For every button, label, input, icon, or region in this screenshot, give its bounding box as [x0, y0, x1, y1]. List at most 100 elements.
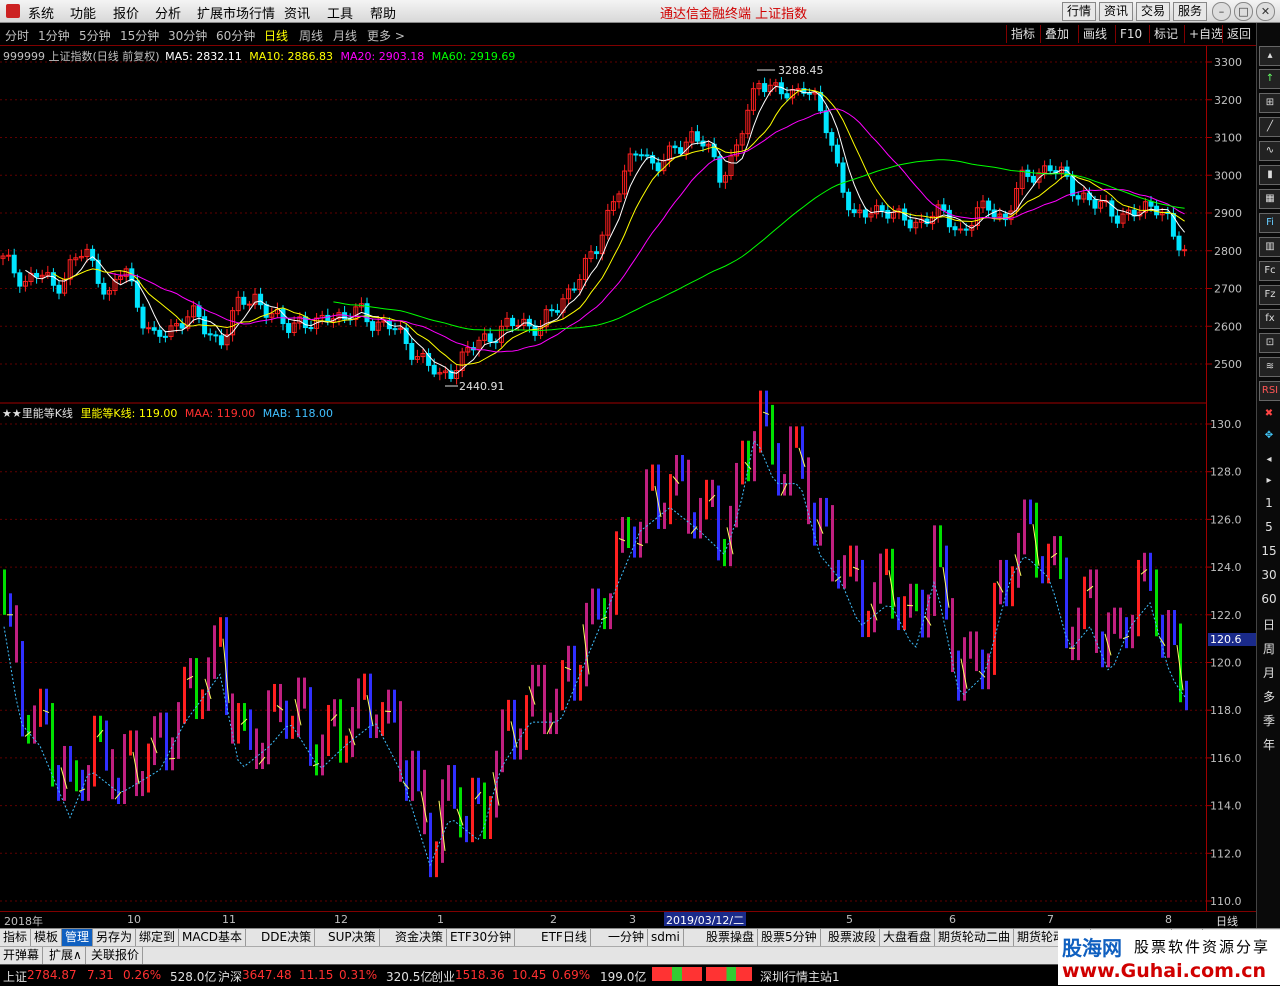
toolbar-period-2[interactable]: 15 [1257, 544, 1280, 558]
candle [18, 269, 22, 293]
move-tool-icon[interactable]: ✥ [1259, 427, 1279, 445]
mark-button[interactable]: 标记 [1149, 25, 1182, 43]
danmaku-toggle[interactable]: 开弹幕 [0, 947, 43, 964]
toolbar-period-5[interactable]: 日 [1257, 616, 1280, 633]
tab-11[interactable]: 一分钟 [605, 929, 648, 946]
toolbar-period-6[interactable]: 周 [1257, 640, 1280, 657]
tab-1[interactable]: 模板 [31, 929, 62, 946]
tab-6[interactable]: DDE决策 [258, 929, 315, 946]
menu-help[interactable]: 帮助 [370, 3, 396, 22]
bar-tool-icon[interactable]: ▦ [1259, 189, 1280, 209]
toolbar-period-7[interactable]: 月 [1257, 664, 1280, 681]
tab-17[interactable]: 期货轮动二曲 [935, 929, 1014, 946]
tab-14[interactable]: 股票5分钟 [758, 929, 821, 946]
add-watchlist-button[interactable]: +自选 [1184, 25, 1227, 43]
tab-3[interactable]: 另存为 [93, 929, 136, 946]
tab-8[interactable]: 资金决策 [392, 929, 447, 946]
candlestick-chart[interactable] [1, 70, 1187, 386]
menu-tools[interactable]: 工具 [327, 3, 353, 22]
draw-line-button[interactable]: 画线 [1078, 25, 1111, 43]
fib-tool-icon[interactable]: Fi [1259, 213, 1280, 233]
close-icon[interactable]: ✕ [1256, 2, 1275, 21]
toolbar-period-4[interactable]: 60 [1257, 592, 1280, 606]
service-button[interactable]: 服务 [1173, 2, 1207, 21]
chart-canvas[interactable]: 330032003100300029002800270026002500130.… [0, 46, 1256, 911]
date-label-jan: 1 [437, 913, 444, 926]
indicator-button[interactable]: 指标 [1006, 25, 1039, 43]
menu-extended-market[interactable]: 扩展市场行情 [197, 3, 275, 22]
fz-tool-icon[interactable]: Fz [1259, 285, 1280, 305]
fc-tool-icon[interactable]: Fc [1259, 261, 1280, 281]
period-weekly[interactable]: 周线 [299, 27, 323, 44]
hs-index-name[interactable]: 沪深 [218, 968, 242, 985]
news-button[interactable]: 资讯 [1099, 2, 1133, 21]
menu-system[interactable]: 系统 [28, 3, 54, 22]
indicator-chart[interactable] [3, 391, 1188, 878]
menu-analysis[interactable]: 分析 [155, 3, 181, 22]
scroll-right-icon[interactable]: ▸ [1259, 472, 1279, 490]
cy-index-name[interactable]: 创业 [431, 968, 455, 985]
tab-10[interactable]: ETF日线 [538, 929, 591, 946]
scroll-up-icon[interactable]: ▴ [1259, 46, 1280, 66]
candle-tool-icon[interactable]: ▮ [1259, 165, 1280, 185]
period-1min[interactable]: 1分钟 [38, 27, 70, 44]
line-tool-icon[interactable]: ╱ [1259, 117, 1280, 137]
tab-13[interactable]: 股票操盘 [703, 929, 758, 946]
wave2-tool-icon[interactable]: ≋ [1259, 357, 1280, 377]
period-30min[interactable]: 30分钟 [168, 27, 207, 44]
tab-12[interactable]: sdmi [648, 929, 684, 946]
chart-tool-icon[interactable]: ↑ [1259, 69, 1280, 89]
zoom-icon[interactable]: ⊞ [1259, 93, 1280, 113]
wave-tool-icon[interactable]: ∿ [1259, 141, 1280, 161]
toolbar-period-1[interactable]: 5 [1257, 520, 1280, 534]
trade-button[interactable]: 交易 [1136, 2, 1170, 21]
tab-2[interactable]: 管理 [62, 929, 93, 946]
server-station[interactable]: 深圳行情主站1 [760, 968, 840, 985]
rsi-icon[interactable]: RSI [1259, 381, 1280, 401]
period-timeshare[interactable]: 分时 [5, 27, 29, 44]
period-15min[interactable]: 15分钟 [120, 27, 159, 44]
toolbar-period-3[interactable]: 30 [1257, 568, 1280, 582]
period-daily[interactable]: 日线 [264, 27, 288, 44]
minimize-icon[interactable]: – [1212, 2, 1231, 21]
toolbar-period-9[interactable]: 季 [1257, 712, 1280, 729]
scroll-left-icon[interactable]: ◂ [1259, 451, 1279, 469]
indicator-name[interactable]: ★★里能等K线 [2, 407, 73, 420]
indicator-bar [153, 716, 156, 765]
period-5min[interactable]: 5分钟 [79, 27, 111, 44]
indicator-bar [1083, 577, 1086, 629]
toolbar-period-8[interactable]: 多 [1257, 688, 1280, 705]
menu-news[interactable]: 资讯 [284, 3, 310, 22]
period-60min[interactable]: 60分钟 [216, 27, 255, 44]
tab-15[interactable]: 股票波段 [825, 929, 880, 946]
menu-function[interactable]: 功能 [70, 3, 96, 22]
tab-9[interactable]: ETF30分钟 [447, 929, 515, 946]
fx-tool-icon[interactable]: fx [1259, 309, 1280, 329]
candle [796, 83, 800, 95]
tab-4[interactable]: 绑定到 [136, 929, 179, 946]
f10-button[interactable]: F10 [1115, 25, 1146, 43]
tab-16[interactable]: 大盘看盘 [880, 929, 935, 946]
menu-quote[interactable]: 报价 [113, 3, 139, 22]
sh-index-name[interactable]: 上证 [3, 968, 27, 985]
grid-tool-icon[interactable]: ▥ [1259, 237, 1280, 257]
toolbar-period-0[interactable]: 1 [1257, 496, 1280, 510]
toolbar-period-10[interactable]: 年 [1257, 736, 1280, 753]
tab-7[interactable]: SUP决策 [325, 929, 380, 946]
maximize-icon[interactable]: □ [1234, 2, 1253, 21]
period-monthly[interactable]: 月线 [333, 27, 357, 44]
overlay-button[interactable]: 叠加 [1040, 25, 1073, 43]
ruler-tool-icon[interactable]: ⊡ [1259, 333, 1280, 353]
tab-5[interactable]: MACD基本 [179, 929, 246, 946]
period-more[interactable]: 更多 > [367, 27, 405, 44]
quote-button[interactable]: 行情 [1062, 2, 1096, 21]
extend-toggle[interactable]: 扩展∧ [46, 947, 86, 964]
candle [651, 152, 655, 170]
related-quote-button[interactable]: 关联报价 [88, 947, 143, 964]
tab-0[interactable]: 指标 [0, 929, 31, 946]
indicator-bar [339, 699, 342, 762]
delete-tool-icon[interactable]: ✖ [1259, 405, 1279, 423]
indicator-bar [711, 480, 714, 507]
back-button[interactable]: 返回 [1222, 25, 1255, 43]
indicator-bar [753, 431, 756, 481]
